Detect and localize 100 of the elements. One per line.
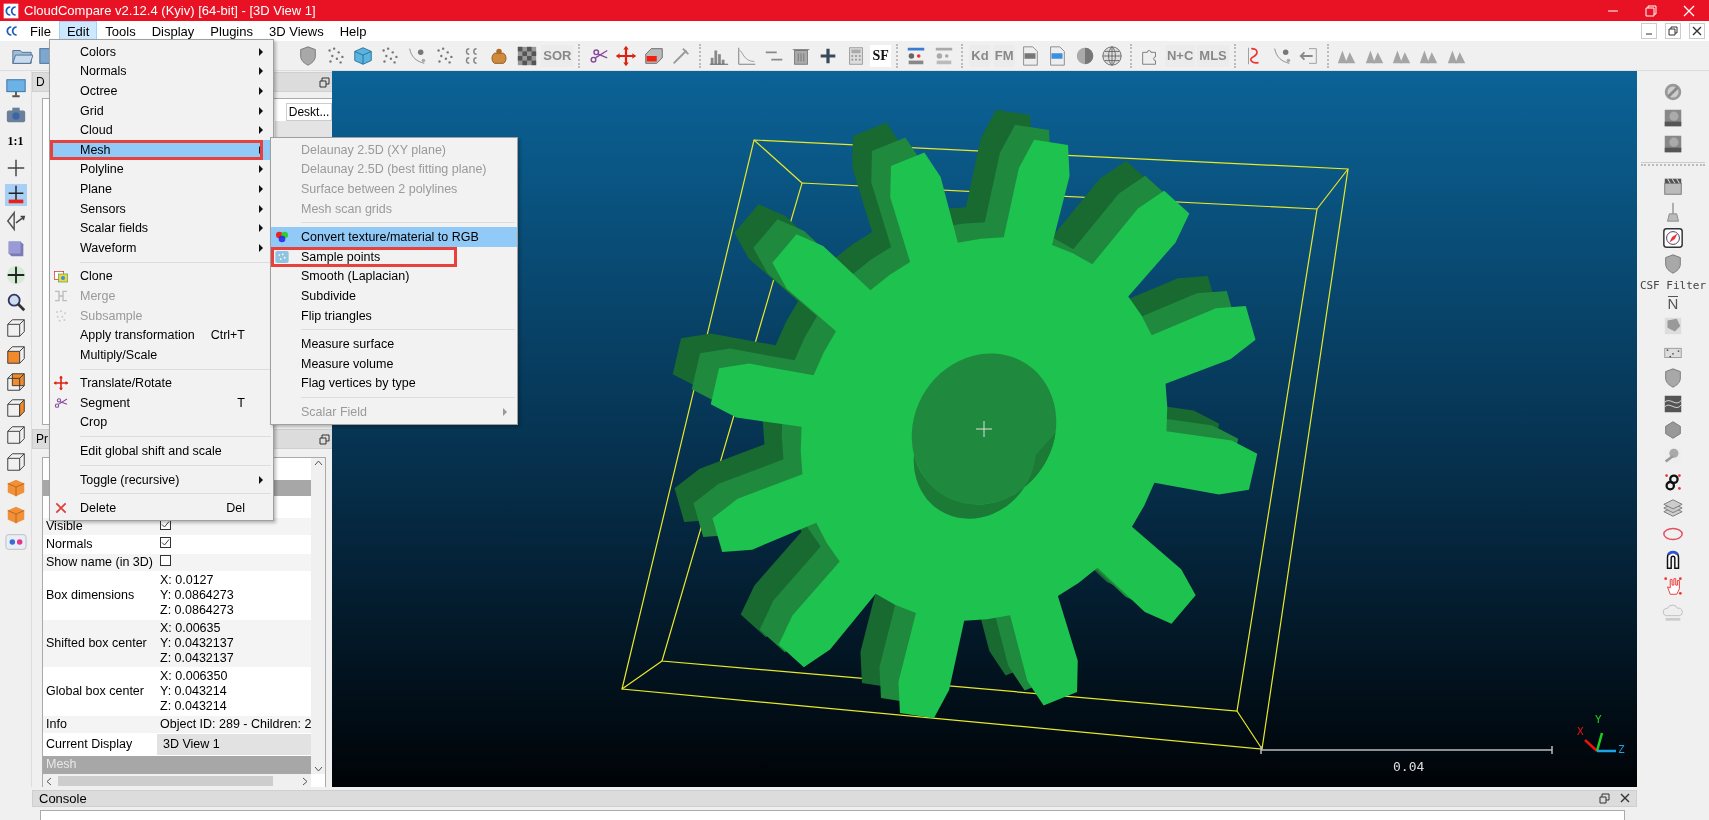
- menu-label: Polyline: [80, 162, 125, 177]
- menu-item[interactable]: Edit: [58, 21, 98, 41]
- menu-item[interactable]: Segment T: [50, 393, 273, 413]
- menu-label: Crop: [80, 415, 109, 430]
- menu-item[interactable]: Normals: [50, 61, 273, 82]
- menu-item[interactable]: File: [22, 21, 59, 41]
- menu-item[interactable]: Flag vertices by type: [271, 373, 517, 394]
- menu-item[interactable]: 3D Views: [261, 21, 332, 41]
- axis-label: X: [1577, 725, 1584, 738]
- property-value: X: 0.006350: [160, 669, 229, 684]
- menu-label: Sample points: [301, 249, 382, 264]
- menu-label: Segment: [80, 395, 132, 410]
- property-value: Z: 0.0432137: [160, 651, 235, 666]
- property-value: X: 0.0127: [160, 573, 215, 588]
- property-label: Box dimensions: [45, 587, 136, 604]
- menu-item[interactable]: Measure surface: [271, 334, 517, 354]
- menu-item[interactable]: Sensors: [50, 198, 273, 219]
- column-header[interactable]: Deskt...: [285, 103, 332, 121]
- menu-item[interactable]: Smooth (Laplacian): [271, 266, 517, 287]
- panel-title: D: [36, 75, 45, 89]
- menu-label: Measure volume: [301, 356, 395, 371]
- menu-label: Mesh: [80, 142, 112, 157]
- property-label: Info: [45, 716, 68, 733]
- menu-item[interactable]: Measure volume: [271, 353, 517, 374]
- property-value: Y: 0.043214: [160, 684, 228, 699]
- menu-label: Toggle (recursive): [80, 472, 181, 487]
- menu-item[interactable]: Plugins: [202, 21, 261, 41]
- menu-label: Colors: [80, 44, 118, 59]
- menu-item[interactable]: Apply transformation Ctrl+T: [50, 325, 273, 345]
- menu-label: Clone: [80, 269, 114, 284]
- menu-item[interactable]: Tools: [97, 21, 144, 41]
- property-label: Current Display: [45, 736, 134, 753]
- property-label: Visible: [45, 518, 84, 535]
- menu-item[interactable]: Subdivide: [271, 286, 517, 306]
- axis-label: Z: [1618, 743, 1625, 756]
- panel-title: Console: [39, 791, 87, 807]
- menu-label: Flag vertices by type: [301, 376, 417, 391]
- menu-label: Translate/Rotate: [80, 376, 173, 391]
- menu-label: Flip triangles: [301, 308, 373, 323]
- panel-title: Pr: [36, 432, 48, 446]
- menu-label: Grid: [80, 103, 105, 118]
- menu-item[interactable]: Plane: [50, 179, 273, 199]
- menu-item[interactable]: Scalar fields: [50, 218, 273, 238]
- axis-label: Y: [1595, 713, 1602, 726]
- property-value: Y: 0.0864273: [160, 588, 235, 603]
- menu-label: Smooth (Laplacian): [301, 269, 411, 284]
- normal-button[interactable]: N: [1667, 296, 1679, 311]
- display-dropdown[interactable]: 3D View 1: [157, 734, 312, 755]
- shortcut-label: Del: [226, 501, 246, 516]
- menu-item[interactable]: Polyline: [50, 159, 273, 180]
- section-header: Mesh: [43, 756, 312, 774]
- menu-label: Cloud: [80, 123, 114, 138]
- menu-label: Mesh scan grids: [301, 201, 393, 216]
- menu-item[interactable]: Cloud: [50, 120, 273, 140]
- menu-item[interactable]: Toggle (recursive): [50, 469, 273, 490]
- menu-item[interactable]: Edit global shift and scale: [50, 441, 273, 461]
- menu-label: Merge: [80, 288, 117, 303]
- zoom-ratio-button[interactable]: 1:1: [7, 130, 24, 153]
- menu-item[interactable]: Sample points: [271, 246, 517, 267]
- menu-item[interactable]: Translate/Rotate: [50, 373, 273, 394]
- property-label: Normals: [45, 536, 94, 553]
- menu-item[interactable]: Colors: [50, 42, 273, 62]
- menu-label: Waveform: [80, 240, 138, 255]
- menu-label: Surface between 2 polylines: [301, 182, 459, 196]
- shortcut-label: T: [237, 395, 246, 410]
- menu-label: Scalar Field: [301, 404, 368, 419]
- plugin-button[interactable]: CSF Filter: [1639, 279, 1707, 292]
- menu-label: Convert texture/material to RGB: [301, 230, 480, 245]
- menu-label: Subsample: [80, 308, 144, 323]
- menu-item[interactable]: Help: [331, 21, 375, 41]
- menu-item[interactable]: Display: [143, 21, 203, 41]
- menu-label: Delete: [80, 501, 118, 516]
- menu-item[interactable]: Clone: [50, 266, 273, 287]
- window-title: CloudCompare v2.12.4 (Kyiv) [64-bit] - [3D View 1]: [24, 3, 317, 18]
- menu-item[interactable]: Grid: [50, 100, 273, 121]
- menu-item[interactable]: Waveform: [50, 237, 273, 258]
- property-value: Z: 0.0864273: [160, 603, 235, 618]
- property-label: Show name (in 3D): [45, 554, 154, 571]
- property-value: Z: 0.043214: [160, 699, 228, 714]
- menu-label: Edit global shift and scale: [80, 444, 223, 459]
- menu-label: Multiply/Scale: [80, 347, 159, 362]
- menu-label: Subdivide: [301, 288, 357, 303]
- property-value: X: 0.00635: [160, 621, 222, 636]
- menu-label: Sensors: [80, 201, 127, 216]
- menu-label: Apply transformation: [80, 328, 196, 343]
- menu-item[interactable]: Octree: [50, 81, 273, 101]
- menu-label: Scalar fields: [80, 221, 150, 236]
- tool-button[interactable]: SF: [870, 44, 891, 67]
- menu-item[interactable]: Flip triangles: [271, 305, 517, 326]
- menu-item[interactable]: Delete Del: [50, 498, 273, 519]
- menu-item[interactable]: Crop: [50, 412, 273, 433]
- shortcut-label: Ctrl+T: [210, 328, 246, 343]
- menu-item[interactable]: Multiply/Scale: [50, 344, 273, 365]
- scale-label: 0.04: [1393, 759, 1425, 774]
- property-label: Shifted box center: [45, 635, 148, 652]
- menu-item[interactable]: Convert texture/material to RGB: [271, 227, 517, 247]
- property-value: Y: 0.0432137: [160, 636, 235, 651]
- menu-label: Normals: [80, 64, 128, 79]
- menu-item[interactable]: Mesh: [50, 139, 273, 160]
- menu-label: Measure surface: [301, 337, 396, 352]
